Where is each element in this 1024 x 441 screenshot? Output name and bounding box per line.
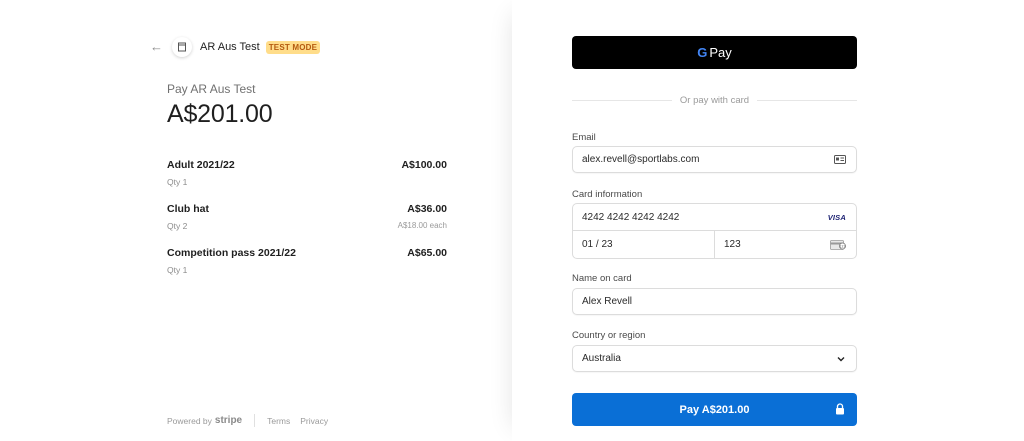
list-item: Adult 2021/22 Qty 1 A$100.00 (167, 159, 447, 203)
divider-line (757, 99, 858, 101)
card-info-label: Card information (572, 189, 643, 200)
country-select[interactable]: Australia (572, 345, 857, 372)
card-number-field[interactable]: 4242 4242 4242 4242 VISA (573, 204, 856, 231)
privacy-link[interactable]: Privacy (300, 416, 328, 426)
email-label: Email (572, 132, 596, 143)
name-on-card-field[interactable]: Alex Revell (572, 288, 857, 315)
item-name: Club hat (167, 203, 209, 215)
test-mode-badge: TEST MODE (265, 40, 321, 54)
footer: Powered by stripe Terms Privacy (167, 414, 338, 427)
item-qty: Qty 2 (167, 221, 188, 231)
payment-panel: G Pay Or pay with card Email alex.revell… (512, 0, 1024, 441)
country-value[interactable]: Australia (582, 346, 822, 371)
pay-to-label: Pay AR Aus Test (167, 82, 256, 96)
item-qty: Qty 1 (167, 265, 188, 275)
google-pay-button[interactable]: G Pay (572, 36, 857, 69)
item-price: A$36.00 (407, 203, 447, 215)
total-amount: A$201.00 (167, 100, 273, 128)
merchant-header: ← AR Aus Test TEST MODE (150, 37, 321, 57)
pay-button[interactable]: Pay A$201.00 (572, 393, 857, 426)
powered-by-label: Powered by (167, 415, 212, 426)
google-g-icon: G (697, 45, 708, 60)
chevron-down-icon[interactable] (836, 354, 846, 364)
item-price: A$100.00 (401, 159, 447, 171)
card-expiry-value[interactable]: 01 / 23 (582, 231, 613, 258)
pay-button-label: Pay A$201.00 (679, 403, 750, 416)
list-item: Club hat Qty 2 A$36.00 A$18.00 each (167, 203, 447, 247)
name-on-card-value[interactable]: Alex Revell (582, 289, 822, 314)
item-name: Adult 2021/22 (167, 159, 235, 171)
line-items-list: Adult 2021/22 Qty 1 A$100.00 Club hat Qt… (167, 159, 447, 291)
order-summary-panel: ← AR Aus Test TEST MODE Pay AR Aus Test … (0, 0, 512, 441)
card-cvc-field[interactable]: 123 123 (715, 231, 856, 258)
name-on-card-label: Name on card (572, 273, 632, 284)
or-divider: Or pay with card (572, 94, 858, 106)
card-number-value[interactable]: 4242 4242 4242 4242 (582, 204, 679, 231)
footer-divider (254, 414, 256, 427)
card-info-group: 4242 4242 4242 4242 VISA 01 / 23 123 123 (572, 203, 857, 259)
divider-line (572, 99, 672, 101)
arrow-left-icon[interactable]: ← (150, 40, 164, 54)
email-value[interactable]: alex.revell@sportlabs.com (582, 147, 822, 172)
merchant-name[interactable]: AR Aus Test (200, 41, 260, 53)
card-cvc-icon: 123 (830, 240, 846, 250)
email-field[interactable]: alex.revell@sportlabs.com (572, 146, 857, 173)
store-icon (172, 37, 192, 57)
svg-text:123: 123 (839, 244, 845, 248)
google-pay-label: Pay (709, 45, 732, 60)
item-unit-price: A$18.00 each (397, 221, 447, 230)
stripe-logo[interactable]: stripe (215, 415, 242, 426)
item-name: Competition pass 2021/22 (167, 247, 296, 259)
contact-card-icon (834, 155, 846, 164)
visa-icon: VISA (827, 213, 846, 222)
item-qty: Qty 1 (167, 177, 188, 187)
list-item: Competition pass 2021/22 Qty 1 A$65.00 (167, 247, 447, 291)
card-cvc-value[interactable]: 123 (724, 231, 741, 258)
item-price: A$65.00 (407, 247, 447, 259)
lock-icon (836, 403, 844, 415)
terms-link[interactable]: Terms (267, 416, 290, 426)
or-divider-text: Or pay with card (679, 94, 750, 106)
country-label: Country or region (572, 330, 646, 341)
card-expiry-field[interactable]: 01 / 23 (573, 231, 715, 258)
